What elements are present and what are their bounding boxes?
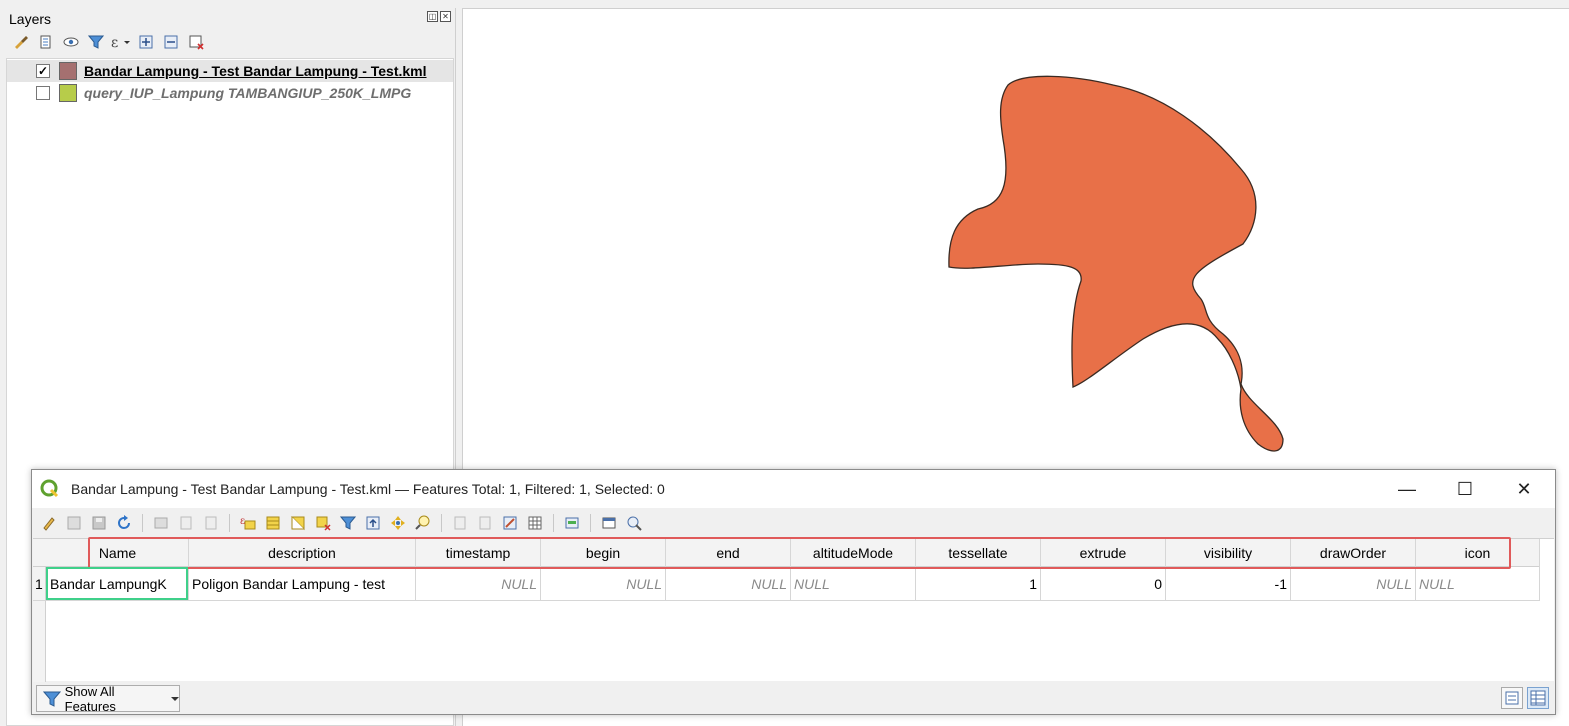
visibility-eye-icon[interactable]: [60, 32, 81, 52]
layers-dock-buttons: ◫ ✕: [427, 11, 451, 22]
row-number: 1: [35, 576, 43, 592]
dropdown-arrow-icon: [171, 696, 179, 701]
column-header[interactable]: visibility: [1166, 539, 1291, 567]
toolbar-separator: [142, 514, 143, 532]
close-button[interactable]: ✕: [1501, 476, 1547, 502]
form-view-button[interactable]: [1501, 687, 1523, 709]
attribute-toolbar: ε: [38, 512, 645, 534]
attribute-table: Name description timestamp begin end alt…: [33, 538, 1554, 682]
column-header[interactable]: Name: [47, 539, 189, 567]
add-group-icon[interactable]: [35, 32, 56, 52]
toggle-editing-icon[interactable]: [38, 512, 60, 534]
table-cell[interactable]: -1: [1166, 567, 1291, 601]
minimize-button[interactable]: —: [1384, 476, 1430, 502]
conditional-formatting-icon[interactable]: [524, 512, 546, 534]
collapse-all-icon[interactable]: [160, 32, 181, 52]
save-edits-icon[interactable]: [88, 512, 110, 534]
dock-window-icon[interactable]: [598, 512, 620, 534]
actions-icon[interactable]: [561, 512, 583, 534]
filter-select-icon[interactable]: [337, 512, 359, 534]
table-cell[interactable]: NULL: [416, 567, 541, 601]
table-cell[interactable]: 0: [1041, 567, 1166, 601]
table-cell[interactable]: Poligon Bandar Lampung - test: [189, 567, 416, 601]
column-header[interactable]: end: [666, 539, 791, 567]
layer-label[interactable]: query_IUP_Lampung TAMBANGIUP_250K_LMPG: [84, 85, 411, 101]
window-title: Bandar Lampung - Test Bandar Lampung - T…: [71, 481, 665, 497]
delete-feature-icon[interactable]: [175, 512, 197, 534]
show-all-features-label: Show All Features: [64, 683, 116, 714]
column-header[interactable]: timestamp: [416, 539, 541, 567]
layer-symbol-swatch: [59, 62, 77, 80]
layers-toolbar: ε: [10, 32, 206, 52]
layer-row-query-iup[interactable]: query_IUP_Lampung TAMBANGIUP_250K_LMPG: [7, 82, 453, 104]
zoom-to-selection-icon[interactable]: [412, 512, 434, 534]
toolbar-separator: [441, 514, 442, 532]
toolbar-separator: [553, 514, 554, 532]
move-selection-top-icon[interactable]: [362, 512, 384, 534]
layers-panel-title: Layers: [9, 11, 52, 27]
deselect-all-icon[interactable]: [312, 512, 334, 534]
column-header[interactable]: description: [189, 539, 416, 567]
layer-visibility-checkbox[interactable]: ✓: [36, 64, 50, 78]
select-all-icon[interactable]: [262, 512, 284, 534]
column-header[interactable]: altitudeMode: [791, 539, 916, 567]
expression-filter-icon[interactable]: ε: [110, 32, 131, 52]
qgis-logo-icon: [40, 479, 59, 498]
layer-symbol-swatch: [59, 84, 77, 102]
column-header[interactable]: begin: [541, 539, 666, 567]
column-header[interactable]: icon: [1416, 539, 1540, 567]
select-by-expression-icon[interactable]: ε: [237, 512, 259, 534]
filter-icon: [43, 691, 61, 707]
float-icon[interactable]: ◫: [427, 11, 438, 22]
toolbar-separator: [590, 514, 591, 532]
close-icon[interactable]: ✕: [440, 11, 451, 22]
layer-visibility-checkbox[interactable]: [36, 86, 50, 100]
layer-label[interactable]: Bandar Lampung - Test Bandar Lampung - T…: [84, 63, 427, 79]
attribute-table-footer: Show All Features: [32, 682, 1555, 715]
multi-edit-icon[interactable]: [63, 512, 85, 534]
cut-icon[interactable]: [200, 512, 222, 534]
maximize-button[interactable]: ☐: [1442, 476, 1488, 502]
svg-text:ε: ε: [111, 35, 118, 50]
show-all-features-button[interactable]: Show All Features: [36, 683, 180, 714]
zoom-map-icon[interactable]: [623, 512, 645, 534]
expand-all-icon[interactable]: [135, 32, 156, 52]
table-view-button[interactable]: [1527, 687, 1549, 709]
table-cell[interactable]: NULL: [791, 567, 916, 601]
table-header-row: Name description timestamp begin end alt…: [33, 539, 1540, 567]
copy-rows-icon[interactable]: [449, 512, 471, 534]
table-row[interactable]: 1 Bandar LampungK Poligon Bandar Lampung…: [33, 567, 1540, 601]
remove-layer-icon[interactable]: [185, 32, 206, 52]
paste-features-icon[interactable]: [474, 512, 496, 534]
column-header[interactable]: tessellate: [916, 539, 1041, 567]
window-titlebar[interactable]: Bandar Lampung - Test Bandar Lampung - T…: [32, 470, 1555, 508]
view-toggle-buttons: [1501, 687, 1549, 709]
bandar-lampung-polygon[interactable]: [948, 75, 1284, 452]
style-brush-icon[interactable]: [10, 32, 31, 52]
table-cell[interactable]: NULL: [666, 567, 791, 601]
reload-icon[interactable]: [113, 512, 135, 534]
toolbar-separator: [229, 514, 230, 532]
pan-to-selection-icon[interactable]: [387, 512, 409, 534]
attribute-table-window: Bandar Lampung - Test Bandar Lampung - T…: [31, 469, 1556, 715]
table-cell[interactable]: NULL: [541, 567, 666, 601]
svg-text:ε: ε: [240, 516, 245, 527]
column-header[interactable]: extrude: [1041, 539, 1166, 567]
table-cell[interactable]: Bandar LampungK: [47, 567, 189, 601]
table-cell[interactable]: 1: [916, 567, 1041, 601]
filter-legend-icon[interactable]: [85, 32, 106, 52]
field-calculator-icon[interactable]: [499, 512, 521, 534]
invert-selection-icon[interactable]: [287, 512, 309, 534]
column-header[interactable]: drawOrder: [1291, 539, 1416, 567]
layer-row-bandar-lampung[interactable]: ✓ Bandar Lampung - Test Bandar Lampung -…: [7, 60, 453, 82]
add-feature-icon[interactable]: [150, 512, 172, 534]
table-cell[interactable]: NULL: [1416, 567, 1540, 601]
table-cell[interactable]: NULL: [1291, 567, 1416, 601]
